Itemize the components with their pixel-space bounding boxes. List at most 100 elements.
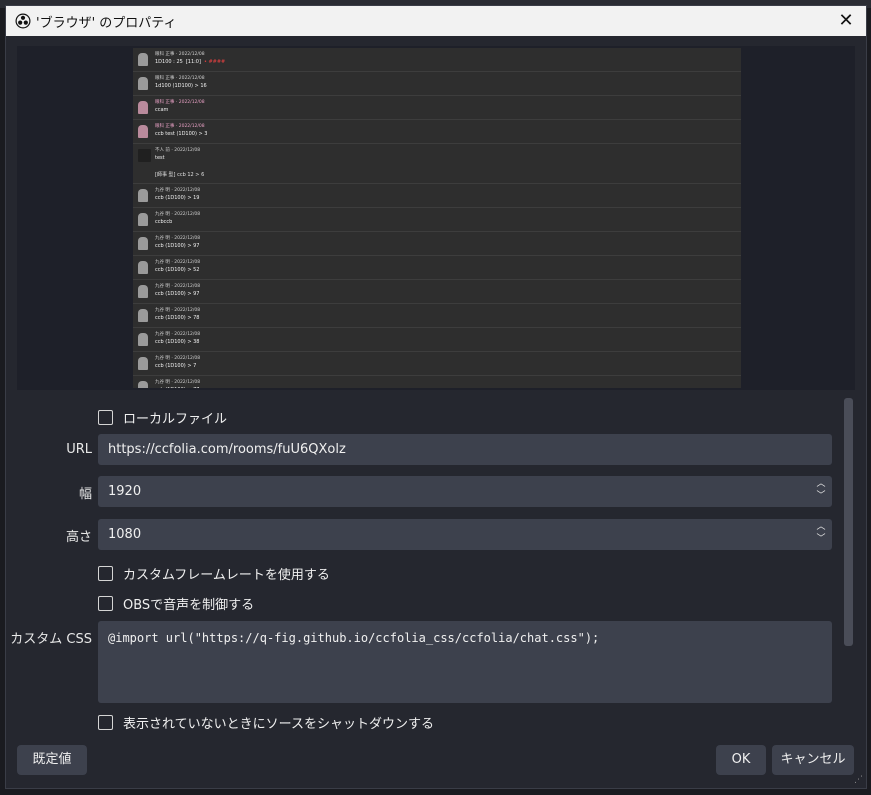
message-author: 不人 前 · 2022/12/08 xyxy=(155,148,201,153)
message-text: ccam xyxy=(155,107,168,113)
avatar xyxy=(138,285,148,298)
message-author: 九谷 明 · 2022/12/08 xyxy=(155,308,201,313)
message-text: ccb (1D100) > 97 xyxy=(155,243,199,249)
width-spinbox[interactable]: 1920 ︿ ﹀ xyxy=(98,476,832,507)
avatar xyxy=(138,237,148,250)
avatar xyxy=(138,53,148,66)
message-author: 九谷 明 · 2022/12/08 xyxy=(155,260,201,265)
message-author: 眼科 正事 · 2022/12/08 xyxy=(155,100,205,105)
message-author: 眼科 正事 · 2022/12/08 xyxy=(155,124,205,129)
height-label: 高さ xyxy=(65,530,92,545)
message-text: 1d100 (1D100) > 16 xyxy=(155,83,207,89)
message-author: 九谷 明 · 2022/12/08 xyxy=(155,332,201,337)
avatar xyxy=(138,189,148,202)
message-body: ccb (1D100) > 52 xyxy=(155,267,200,273)
avatar xyxy=(138,333,148,346)
message-body: ccb (1D100) > 38 xyxy=(155,339,200,345)
local-file-label: ローカルファイル xyxy=(123,412,228,427)
chat-preview: 眼科 正事 · 2022/12/08 1D100 : 25 [11:0] • ####… xyxy=(133,48,741,388)
scrollbar-thumb[interactable] xyxy=(844,398,853,646)
chat-message: 九谷 明 · 2022/12/08 ccb (1D100) > 52 xyxy=(133,256,741,280)
obs-audio-checkbox[interactable]: OBSで音声を制御する xyxy=(98,594,254,613)
decrement-icon[interactable]: ﹀ xyxy=(816,534,826,545)
shutdown-checkbox[interactable]: 表示されていないときにソースをシャットダウンする xyxy=(98,713,434,732)
width-value: 1920 xyxy=(108,484,142,499)
local-file-checkbox[interactable]: ローカルファイル xyxy=(98,408,227,427)
close-icon[interactable]: ✕ xyxy=(834,9,858,33)
height-value: 1080 xyxy=(108,527,142,542)
message-note: • #### xyxy=(203,59,226,65)
obs-audio-label: OBSで音声を制御する xyxy=(123,598,255,613)
avatar xyxy=(138,213,148,226)
avatar xyxy=(138,149,151,162)
defaults-button[interactable]: 既定値 xyxy=(17,745,87,775)
message-text-secondary: [師事 型] ccb 12 > 6 xyxy=(155,172,205,178)
custom-css-textarea[interactable]: @import url("https://q-fig.github.io/ccf… xyxy=(98,621,832,703)
message-text: ccb test (1D100) > 3 xyxy=(155,131,207,137)
obs-logo-icon xyxy=(15,13,31,29)
increment-icon[interactable]: ︿ xyxy=(816,522,826,533)
checkbox-box[interactable] xyxy=(98,596,113,611)
message-body: ccb (1D100) > 97 xyxy=(155,291,200,297)
chat-message: 九谷 明 · 2022/12/08 ccb (1D100) > 97 xyxy=(133,232,741,256)
decrement-icon[interactable]: ﹀ xyxy=(816,491,826,502)
chat-message: 眼科 正事 · 2022/12/08 1D100 : 25 [11:0] • #### xyxy=(133,48,741,72)
message-text: ccb (1D100) > 52 xyxy=(155,267,199,273)
message-text: ccb (1D100) > 77 xyxy=(155,387,199,388)
window-title: 'ブラウザ' のプロパティ xyxy=(36,16,177,31)
height-spinbox[interactable]: 1080 ︿ ﹀ xyxy=(98,519,832,550)
avatar xyxy=(138,261,148,274)
message-author: 眼科 正事 · 2022/12/08 xyxy=(155,76,205,81)
increment-icon[interactable]: ︿ xyxy=(816,479,826,490)
message-body: ccam xyxy=(155,107,169,113)
message-author: 九谷 明 · 2022/12/08 xyxy=(155,212,201,217)
shutdown-label: 表示されていないときにソースをシャットダウンする xyxy=(123,717,434,732)
checkbox-box[interactable] xyxy=(98,715,113,730)
message-text: ccb (1D100) > 38 xyxy=(155,339,199,345)
message-text: 1D100 : 25 [11:0] • #### xyxy=(155,59,225,65)
title-bar: 'ブラウザ' のプロパティ ✕ xyxy=(6,6,866,36)
message-body: 1d100 (1D100) > 16 xyxy=(155,83,207,89)
custom-fps-label: カスタムフレームレートを使用する xyxy=(123,568,330,583)
avatar xyxy=(138,381,148,388)
chat-message: 九谷 明 · 2022/12/08 ccb (1D100) > 77 xyxy=(133,376,741,388)
message-body: ccb (1D100) > 97 xyxy=(155,243,200,249)
width-label: 幅 xyxy=(78,487,92,502)
cancel-button[interactable]: キャンセル xyxy=(772,745,854,775)
url-input[interactable]: https://ccfolia.com/rooms/fuU6QXolz xyxy=(98,434,832,465)
chat-message: 眼科 正事 · 2022/12/08 ccb test (1D100) > 3 xyxy=(133,120,741,144)
custom-fps-checkbox[interactable]: カスタムフレームレートを使用する xyxy=(98,564,330,583)
message-body: ccbccb xyxy=(155,219,173,225)
chat-message: 不人 前 · 2022/12/08 test [師事 型] ccb 12 > 6 xyxy=(133,144,741,184)
avatar xyxy=(138,357,148,370)
message-extra: [11:0] xyxy=(185,59,201,65)
message-author: 九谷 明 · 2022/12/08 xyxy=(155,356,201,361)
chat-message: 九谷 明 · 2022/12/08 ccb (1D100) > 7 xyxy=(133,352,741,376)
url-value: https://ccfolia.com/rooms/fuU6QXolz xyxy=(108,442,346,457)
message-author: 眼科 正事 · 2022/12/08 xyxy=(155,52,205,57)
chat-message: 眼科 正事 · 2022/12/08 ccam xyxy=(133,96,741,120)
message-body: ccb (1D100) > 19 xyxy=(155,195,200,201)
resize-grip-icon[interactable]: ⋰ xyxy=(854,775,863,785)
message-body: ccb (1D100) > 77 xyxy=(155,387,199,388)
message-text: test xyxy=(155,155,165,161)
properties-dialog: 'ブラウザ' のプロパティ ✕ 眼科 正事 · 2022/12/08 1D100 … xyxy=(5,5,867,789)
message-body: 1D100 : 25 xyxy=(155,59,183,65)
message-text: ccbccb xyxy=(155,219,172,225)
avatar xyxy=(138,309,148,322)
message-author: 九谷 明 · 2022/12/08 xyxy=(155,380,201,385)
message-text: ccb (1D100) > 7 xyxy=(155,363,196,369)
checkbox-box[interactable] xyxy=(98,566,113,581)
message-body: ccb test (1D100) > 3 xyxy=(155,131,208,137)
message-text: ccb (1D100) > 78 xyxy=(155,315,199,321)
chat-message: 眼科 正事 · 2022/12/08 1d100 (1D100) > 16 xyxy=(133,72,741,96)
message-author: 九谷 明 · 2022/12/08 xyxy=(155,236,201,241)
chat-message: 九谷 明 · 2022/12/08 ccb (1D100) > 78 xyxy=(133,304,741,328)
ok-button[interactable]: OK xyxy=(716,745,766,775)
avatar xyxy=(138,77,148,90)
chat-message: 九谷 明 · 2022/12/08 ccb (1D100) > 19 xyxy=(133,184,741,208)
message-body: test xyxy=(155,155,165,161)
message-author: 九谷 明 · 2022/12/08 xyxy=(155,188,201,193)
message-text: ccb (1D100) > 97 xyxy=(155,291,199,297)
checkbox-box[interactable] xyxy=(98,410,113,425)
